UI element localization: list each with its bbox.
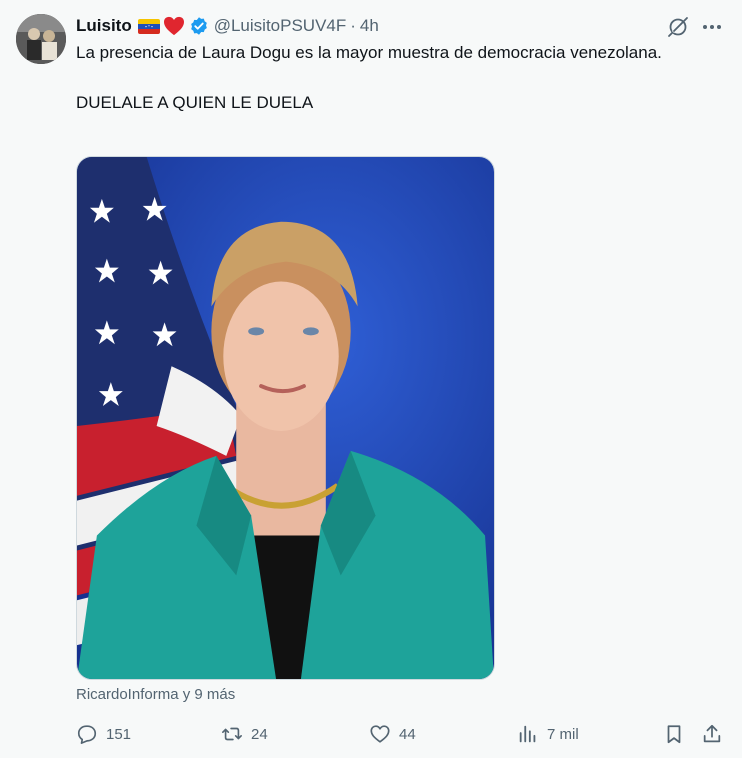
like-icon xyxy=(370,725,390,743)
like-button[interactable]: 44 xyxy=(369,720,416,748)
bookmark-icon xyxy=(667,725,681,744)
repost-icon xyxy=(222,727,242,741)
repost-count: 24 xyxy=(251,725,268,743)
tweet-text-line2: DUELALE A QUIEN LE DUELA xyxy=(76,93,314,112)
bookmark-button[interactable] xyxy=(663,720,685,748)
action-bar: 151 24 44 7 mil xyxy=(76,720,726,748)
share-icon xyxy=(703,724,721,743)
tweet[interactable]: Luisito @LuisitoPSUV4F · 4h La presencia… xyxy=(0,0,742,758)
verified-badge-icon[interactable] xyxy=(189,16,209,36)
reply-count: 151 xyxy=(106,725,132,743)
tweet-header: Luisito @LuisitoPSUV4F · 4h xyxy=(76,14,379,38)
share-button[interactable] xyxy=(701,720,723,748)
reply-button[interactable]: 151 xyxy=(76,720,131,748)
tweet-text-line1: La presencia de Laura Dogu es la mayor m… xyxy=(76,43,662,62)
tweet-photo[interactable] xyxy=(76,156,495,680)
avatar[interactable] xyxy=(16,14,66,64)
repost-button[interactable]: 24 xyxy=(221,720,268,748)
tagged-users[interactable]: RicardoInforma y 9 más xyxy=(76,686,235,703)
views-count: 7 mil xyxy=(547,725,579,743)
views-button[interactable]: 7 mil xyxy=(517,720,579,748)
views-icon xyxy=(519,725,536,743)
author-name[interactable]: Luisito xyxy=(76,16,132,36)
tweet-text: La presencia de Laura Dogu es la mayor m… xyxy=(76,40,716,115)
timestamp[interactable]: 4h xyxy=(360,16,379,36)
grok-icon[interactable] xyxy=(666,15,690,39)
reply-icon xyxy=(77,725,97,744)
like-count: 44 xyxy=(399,725,416,743)
heart-icon xyxy=(163,16,185,36)
more-icon[interactable] xyxy=(700,15,724,39)
author-handle[interactable]: @LuisitoPSUV4F xyxy=(214,16,347,36)
separator: · xyxy=(350,16,356,35)
flag-venezuela-icon xyxy=(137,18,160,34)
